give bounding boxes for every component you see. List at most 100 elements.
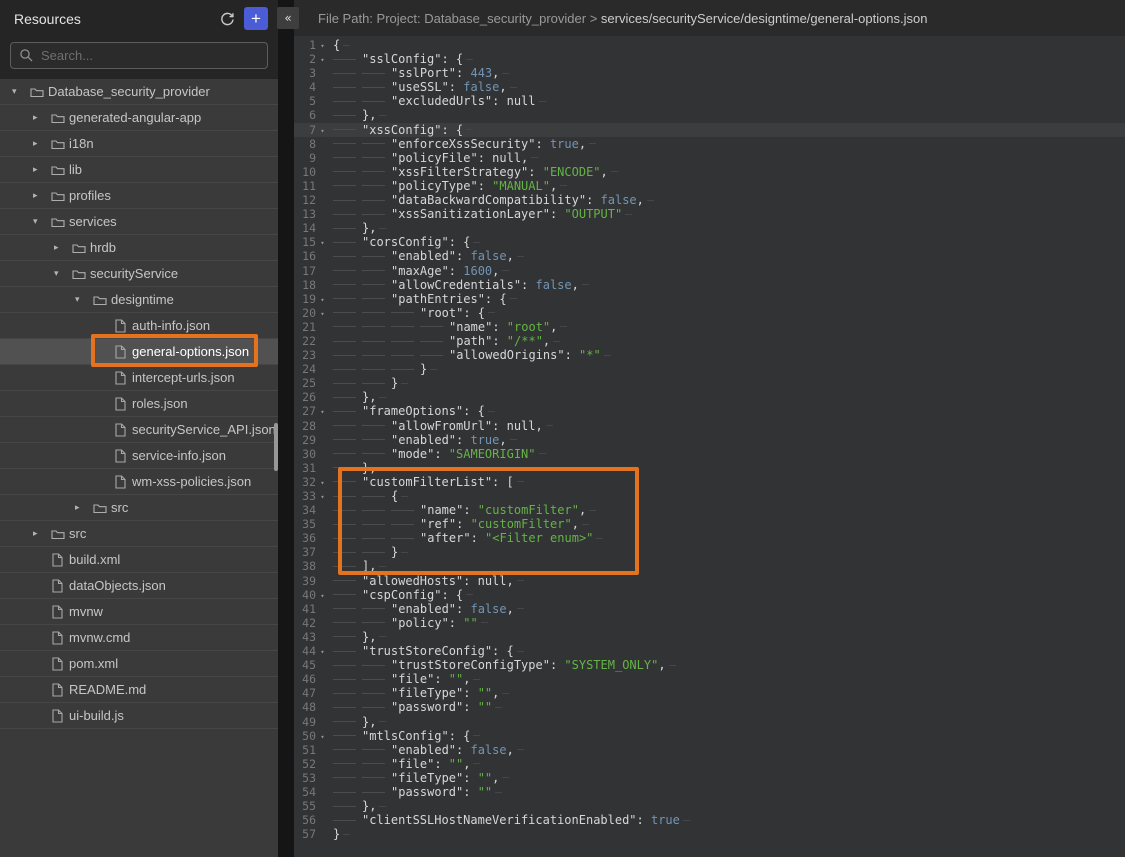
tree-item-label: designtime [111,292,174,307]
tab-indent-marker [333,679,362,680]
line-number: 36 [294,531,316,545]
fold-caret-icon[interactable]: ▾ [316,403,329,419]
line-number: 6 [294,108,316,122]
trailing-whitespace-marker [343,834,350,835]
tree-item-designtime[interactable]: ▾ designtime [0,287,278,313]
file-icon [114,319,132,333]
tree-item-hrdb[interactable]: ▸hrdb [0,235,278,261]
line-number: 42 [294,616,316,630]
add-resource-button[interactable]: + [244,7,268,30]
tab-indent-marker [333,439,362,440]
tree-item-intercept-urls-json[interactable]: intercept-urls.json [0,365,278,391]
file-icon [114,397,132,411]
tree-item-src[interactable]: ▸src [0,495,278,521]
tree-item-mvnw[interactable]: mvnw [0,599,278,625]
tab-indent-marker [333,707,362,708]
file-icon [114,371,132,385]
search-input[interactable]: Search... [10,42,268,69]
fold-caret-icon[interactable]: ▾ [316,51,329,67]
tab-indent-marker [420,326,449,327]
trailing-whitespace-marker [343,45,350,46]
tree-item-general-options-json[interactable]: general-options.json [0,339,278,365]
code-line-content: "password": "" [329,785,502,799]
caret-right-icon[interactable]: ▸ [54,242,72,253]
tree-item-wm-xss-policies-json[interactable]: wm-xss-policies.json [0,469,278,495]
tree-item-lib[interactable]: ▸ lib [0,157,278,183]
tab-indent-marker [362,665,391,666]
panel-divider[interactable] [278,0,294,857]
trailing-whitespace-marker [553,341,560,342]
caret-right-icon[interactable]: ▸ [33,528,51,539]
tree-item-ui-build-js[interactable]: ui-build.js [0,703,278,729]
tree-item-build-xml[interactable]: build.xml [0,547,278,573]
tree-item-service-info-json[interactable]: service-info.json [0,443,278,469]
tree-item-database-security-provider[interactable]: ▾Database_security_provider [0,79,278,105]
fold-caret-icon[interactable]: ▾ [316,587,329,603]
code-line-content: "mode": "SAMEORIGIN" [329,447,546,461]
tree-item-auth-info-json[interactable]: auth-info.json [0,313,278,339]
tab-indent-marker [333,312,362,313]
code-line: 42"policy": "" [294,616,1125,630]
collapse-panel-button[interactable]: « [277,7,299,29]
refresh-button[interactable] [219,11,235,27]
code-line: 15▾"corsConfig": { [294,235,1125,249]
tree-item-dataobjects-json[interactable]: dataObjects.json [0,573,278,599]
tree-item-mvnw-cmd[interactable]: mvnw.cmd [0,625,278,651]
tree-item-label: roles.json [132,396,188,411]
tab-indent-marker [333,496,362,497]
caret-down-icon[interactable]: ▾ [33,216,51,227]
tree-item-profiles[interactable]: ▸profiles [0,183,278,209]
tree-item-generated-angular-app[interactable]: ▸generated-angular-app [0,105,278,131]
fold-caret-icon[interactable]: ▾ [316,122,329,138]
trailing-whitespace-marker [510,87,517,88]
tree-item-securityservice-api-json[interactable]: securityService_API.json [0,417,278,443]
fold-caret-icon[interactable]: ▾ [316,728,329,744]
tab-indent-marker [391,538,420,539]
code-line: 27▾"frameOptions": { [294,404,1125,418]
fold-caret-icon[interactable]: ▾ [316,643,329,659]
file-icon [51,579,69,593]
tree-item-pom-xml[interactable]: pom.xml [0,651,278,677]
code-line-content: "file": "", [329,757,480,771]
tree-item-label: lib [69,162,82,177]
trailing-whitespace-marker [625,214,632,215]
tab-indent-marker [362,453,391,454]
line-number: 8 [294,137,316,151]
caret-down-icon[interactable]: ▾ [75,294,93,305]
tab-indent-marker [333,87,362,88]
trailing-whitespace-marker [502,73,509,74]
code-line: 1▾{ [294,38,1125,52]
code-line-content: }, [329,715,386,729]
fold-spacer [316,523,329,525]
tab-indent-marker [333,665,362,666]
folder-icon [51,112,69,124]
caret-right-icon[interactable]: ▸ [33,138,51,149]
tree-item-src[interactable]: ▸src [0,521,278,547]
line-number: 12 [294,193,316,207]
line-number: 44 [294,644,316,658]
caret-down-icon[interactable]: ▾ [12,86,30,97]
tab-indent-marker [362,326,391,327]
tree-item-readme-md[interactable]: README.md [0,677,278,703]
code-editor[interactable]: 1▾{2▾"sslConfig": {3"sslPort": 443,4"use… [294,36,1125,857]
trailing-whitespace-marker [466,594,473,595]
line-number: 14 [294,221,316,235]
line-number: 28 [294,419,316,433]
tab-indent-marker [391,341,420,342]
fold-caret-icon[interactable]: ▾ [316,305,329,321]
caret-right-icon[interactable]: ▸ [33,112,51,123]
tab-indent-marker [333,397,362,398]
fold-caret-icon[interactable]: ▾ [316,488,329,504]
trailing-whitespace-marker [560,326,567,327]
search-icon [19,48,34,63]
tree-item-securityservice[interactable]: ▾securityService [0,261,278,287]
tree-item-services[interactable]: ▾services [0,209,278,235]
tree-item-i18n[interactable]: ▸i18n [0,131,278,157]
tree-item-roles-json[interactable]: roles.json [0,391,278,417]
caret-down-icon[interactable]: ▾ [54,268,72,279]
caret-right-icon[interactable]: ▸ [33,164,51,175]
fold-caret-icon[interactable]: ▾ [316,234,329,250]
caret-right-icon[interactable]: ▸ [75,502,93,513]
code-line-content: "file": "", [329,672,480,686]
caret-right-icon[interactable]: ▸ [33,190,51,201]
